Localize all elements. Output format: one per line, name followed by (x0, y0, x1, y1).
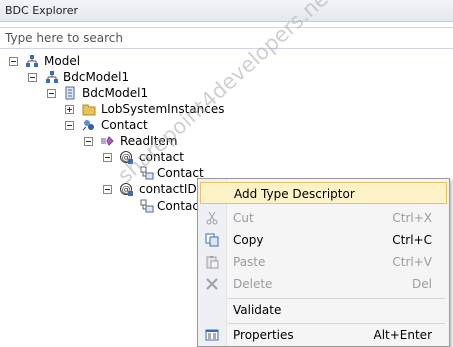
menu-item-add-type-descriptor[interactable]: Add Type Descriptor (200, 182, 447, 204)
type-descriptor-icon (140, 199, 154, 213)
search-input[interactable] (5, 30, 445, 46)
menu-item-cut[interactable]: Cut Ctrl+X (200, 207, 447, 229)
menu-item-shortcut: Del (412, 277, 432, 291)
menu-item-label: Delete (233, 277, 273, 291)
collapse-toggle[interactable] (9, 57, 18, 66)
scissors-icon (206, 211, 218, 225)
tree-label: contact (139, 150, 184, 164)
menu-item-label: Validate (233, 303, 282, 317)
copy-icon (205, 233, 219, 247)
paste-icon (206, 256, 219, 269)
parameter-icon: @ (120, 151, 133, 164)
collapse-toggle[interactable] (28, 73, 37, 82)
tree-label: Contact (101, 118, 148, 132)
menu-item-label: Properties (233, 328, 294, 342)
collapse-toggle[interactable] (103, 185, 112, 194)
tree-label: Model (44, 54, 81, 68)
tree-node-contact-entity[interactable]: Contact (0, 117, 150, 133)
tree-node-bdcmodel-inner[interactable]: BdcModel1 (0, 85, 150, 101)
properties-icon (205, 329, 219, 341)
menu-item-paste[interactable]: Paste Ctrl+V (200, 251, 447, 273)
collapse-toggle[interactable] (103, 153, 112, 162)
window-title: BDC Explorer (5, 4, 78, 17)
tree-node-model[interactable]: Model (0, 53, 100, 69)
tree-node-lobsysteminstances[interactable]: LobSystemInstances (0, 101, 240, 117)
menu-item-validate[interactable]: Validate (200, 299, 447, 321)
collapse-toggle[interactable] (47, 89, 56, 98)
tree-node-type-descriptor[interactable]: Contact (0, 165, 210, 181)
menu-item-label: Paste (233, 255, 266, 269)
menu-item-shortcut: Ctrl+C (392, 233, 432, 247)
menu-item-shortcut: Alt+Enter (373, 328, 432, 342)
delete-icon (206, 278, 218, 290)
type-descriptor-icon (140, 166, 154, 180)
tree-node-bdcmodel-outer[interactable]: BdcModel1 (0, 69, 140, 85)
tree-label: ReadItem (120, 134, 178, 148)
menu-item-delete[interactable]: Delete Del (200, 273, 447, 295)
tree-label: BdcModel1 (63, 70, 130, 84)
collapse-toggle[interactable] (84, 137, 93, 146)
menu-item-label: Cut (233, 211, 254, 225)
tree-label: LobSystemInstances (101, 102, 225, 116)
hierarchy-icon (26, 55, 38, 67)
collapse-toggle[interactable] (65, 121, 74, 130)
search-bar (0, 27, 453, 49)
method-icon (101, 136, 114, 146)
entity-icon (82, 120, 94, 131)
expand-toggle[interactable] (65, 105, 74, 114)
menu-item-label: Add Type Descriptor (234, 187, 355, 201)
tree-label: BdcModel1 (82, 86, 149, 100)
context-menu: Add Type Descriptor Cut Ctrl+X Copy Ctrl… (197, 178, 450, 347)
menu-item-properties[interactable]: Properties Alt+Enter (200, 324, 447, 346)
parameter-icon: @ (120, 183, 133, 196)
tree-node-param-contact[interactable]: @ contact (0, 149, 190, 165)
tree-node-param-contactid[interactable]: @ contactID (0, 181, 197, 197)
menu-item-shortcut: Ctrl+V (392, 255, 432, 269)
tree-label: contactID (139, 182, 197, 196)
hierarchy-icon (46, 71, 58, 83)
menu-item-copy[interactable]: Copy Ctrl+C (200, 229, 447, 251)
tree-node-readitem[interactable]: ReadItem (0, 133, 180, 149)
folder-icon (82, 104, 96, 116)
menu-item-label: Copy (233, 233, 264, 247)
title-bar: BDC Explorer (0, 0, 453, 22)
database-model-icon (65, 86, 75, 100)
menu-item-shortcut: Ctrl+X (392, 211, 432, 225)
tree-node-type-descriptor[interactable]: Contact (0, 198, 204, 214)
